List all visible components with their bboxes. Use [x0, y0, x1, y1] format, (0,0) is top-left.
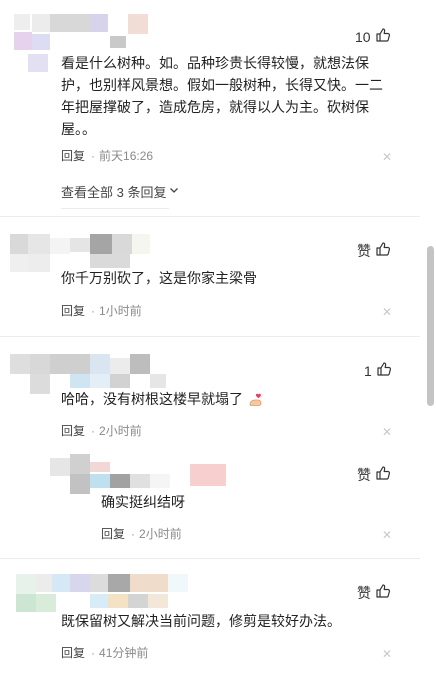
close-icon[interactable]: ✕ [382, 306, 392, 318]
comment-3: 1 哈哈，没有树根这楼早就塌了 回复 · 2小时前 ✕ 赞 确实挺纠结呀 回复 … [0, 336, 420, 556]
like-label: 赞 [357, 585, 371, 601]
comment-meta: 回复 · 41分钟前 [61, 646, 149, 660]
view-all-label: 查看全部 3 条回复 [61, 185, 167, 200]
timestamp: 1小时前 [99, 304, 142, 318]
thumbs-up-icon [375, 27, 391, 48]
close-icon[interactable]: ✕ [382, 529, 392, 541]
thumbs-up-icon [375, 241, 391, 262]
timestamp: 41分钟前 [99, 646, 149, 660]
like-button[interactable]: 10 [355, 27, 391, 47]
timestamp: 2小时前 [99, 424, 142, 438]
close-icon[interactable]: ✕ [382, 151, 392, 163]
comment-text: 哈哈，没有树根这楼早就塌了 [61, 388, 393, 410]
reply-button[interactable]: 回复 [61, 304, 85, 318]
like-count: 10 [355, 29, 371, 45]
comment-meta: 回复 · 前天16:26 [61, 149, 154, 163]
comment-text-content: 哈哈，没有树根这楼早就塌了 [61, 391, 243, 407]
timestamp: 2小时前 [139, 527, 182, 541]
like-count: 1 [364, 363, 372, 379]
reply-meta: 回复 · 2小时前 [101, 527, 182, 541]
comment-meta: 回复 · 1小时前 [61, 304, 142, 318]
reply-button[interactable]: 回复 [61, 424, 85, 438]
comment-meta: 回复 · 2小时前 [61, 424, 142, 438]
close-icon[interactable]: ✕ [382, 648, 392, 660]
avatar-username-pixelated [16, 574, 196, 614]
comment-text: 看是什么树种。如。品种珍贵长得较慢，就想法保护，也别样风景想。假如一般树种，长得… [61, 55, 383, 137]
reply-like-button[interactable]: 赞 [357, 465, 391, 485]
comment-1: 10 看是什么树种。如。品种珍贵长得较慢，就想法保护，也别样风景想。假如一般树种… [0, 0, 420, 215]
view-all-replies-button[interactable]: 查看全部 3 条回复 [61, 182, 180, 201]
thumbs-up-icon [375, 583, 391, 604]
chevron-down-icon [168, 184, 180, 199]
scrollbar-thumb[interactable] [427, 246, 434, 406]
reply-text: 确实挺纠结呀 [101, 494, 185, 510]
timestamp: 前天16:26 [99, 149, 154, 163]
comment-text: 既保留树又解决当前问题，修剪是较好办法。 [61, 613, 341, 629]
like-button[interactable]: 赞 [357, 583, 391, 603]
reply-button[interactable]: 回复 [101, 527, 125, 541]
comment-2: 赞 你千万别砍了，这是你家主梁骨 回复 · 1小时前 ✕ [0, 216, 420, 336]
reply-avatar-username-pixelated [50, 454, 230, 494]
reply-button[interactable]: 回复 [61, 149, 85, 163]
reply-like-label: 赞 [357, 467, 371, 483]
close-icon[interactable]: ✕ [382, 426, 392, 438]
like-button[interactable]: 1 [364, 361, 392, 381]
flexed-arm-heart-emoji [247, 391, 265, 409]
thumbs-up-icon [376, 361, 392, 382]
comment-4: 赞 既保留树又解决当前问题，修剪是较好办法。 回复 · 41分钟前 ✕ [0, 558, 420, 674]
like-label: 赞 [357, 243, 371, 259]
thumbs-up-icon [375, 465, 391, 486]
comment-text: 你千万别砍了，这是你家主梁骨 [61, 270, 257, 286]
avatar-username-pixelated [14, 14, 154, 72]
like-button[interactable]: 赞 [357, 241, 391, 261]
reply-button[interactable]: 回复 [61, 646, 85, 660]
view-all-underline [61, 208, 169, 209]
